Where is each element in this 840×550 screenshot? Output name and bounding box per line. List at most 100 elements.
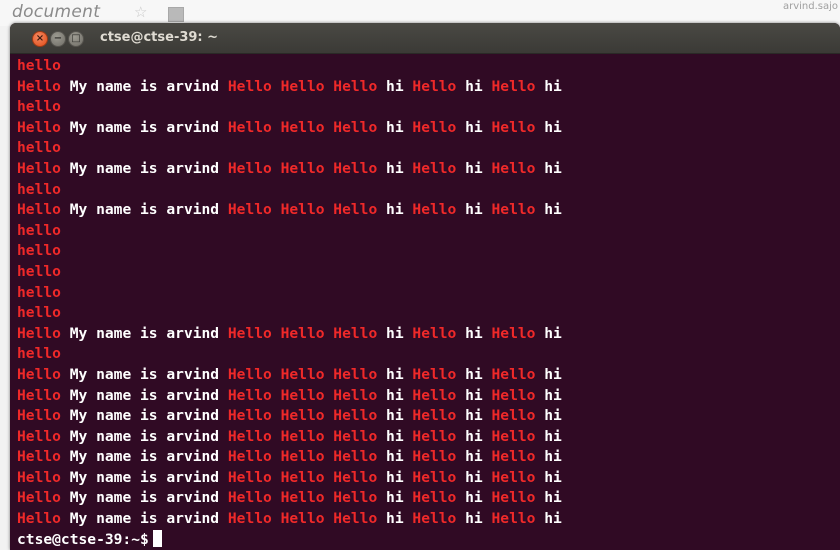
terminal-text-segment: hello — [17, 57, 61, 74]
terminal-text-segment: hi — [535, 118, 562, 136]
terminal-text-segment: Hello — [17, 468, 61, 486]
terminal-text-segment: hi — [535, 448, 562, 466]
terminal-text-segment: Hello — [412, 386, 457, 404]
terminal-text-segment: My name is arvind — [60, 386, 228, 404]
terminal-text-segment: hi — [535, 510, 562, 528]
terminal-text-segment: hi — [456, 118, 492, 136]
terminal-text-segment: Hello — [491, 201, 536, 219]
terminal-text-segment: Hello Hello Hello — [227, 77, 378, 95]
terminal-line: hello — [17, 303, 837, 324]
terminal-text-segment: hello — [17, 98, 61, 116]
terminal-text-segment: hi — [456, 324, 492, 342]
terminal-text-segment: Hello — [17, 448, 61, 466]
terminal-text-segment: hi — [377, 489, 413, 507]
background-user-label: arvind.sajo — [782, 1, 838, 12]
terminal-text-segment: Hello Hello Hello — [227, 448, 378, 466]
terminal-line: Hello My name is arvind Hello Hello Hell… — [17, 159, 837, 180]
terminal-text-segment: Hello — [17, 510, 61, 528]
terminal-text-segment: hi — [535, 386, 562, 404]
terminal-line: hello — [17, 221, 837, 242]
terminal-text-segment: Hello — [17, 407, 61, 425]
terminal-text-segment: Hello — [491, 365, 536, 383]
terminal-line: Hello My name is arvind Hello Hello Hell… — [17, 468, 837, 489]
terminal-text-segment: Hello — [491, 159, 536, 177]
terminal-text-segment: hello — [17, 242, 61, 260]
terminal-line: Hello My name is arvind Hello Hello Hell… — [17, 77, 837, 98]
terminal-text-segment: Hello — [412, 427, 457, 445]
terminal-text-segment: Hello — [412, 468, 457, 486]
terminal-text-segment: hi — [535, 489, 562, 507]
terminal-line: hello — [17, 180, 837, 201]
terminal-text-segment: hi — [456, 468, 492, 486]
terminal-text-segment: Hello — [17, 159, 61, 177]
terminal-text-segment: hi — [456, 159, 492, 177]
terminal-titlebar[interactable]: × − □ ctse@ctse-39: ~ — [10, 23, 840, 54]
terminal-line: Hello My name is arvind Hello Hello Hell… — [17, 324, 837, 345]
terminal-text-segment: hi — [456, 448, 492, 466]
terminal-text-segment: hi — [456, 510, 492, 528]
terminal-text-segment: My name is arvind — [60, 324, 228, 342]
square-icon[interactable] — [168, 7, 184, 22]
terminal-text-segment: Hello — [412, 159, 457, 177]
terminal-text-segment: Hello — [491, 77, 536, 95]
shell-prompt: ctse@ctse-39:~$ — [17, 530, 149, 548]
terminal-text-segment: Hello Hello Hello — [227, 427, 378, 445]
terminal-text-segment: Hello — [17, 118, 61, 136]
terminal-text-segment: Hello — [491, 448, 536, 466]
terminal-text-segment: Hello Hello Hello — [227, 201, 378, 219]
terminal-text-segment: hi — [377, 407, 413, 425]
terminal-text-segment: hello — [17, 304, 61, 322]
terminal-text-segment: Hello — [412, 448, 457, 466]
terminal-text-segment: hi — [535, 201, 562, 219]
terminal-line: Hello My name is arvind Hello Hello Hell… — [17, 406, 837, 427]
star-icon[interactable]: ☆ — [134, 3, 147, 21]
terminal-text-segment: My name is arvind — [60, 489, 228, 507]
minimize-icon[interactable]: − — [50, 31, 66, 47]
terminal-text-segment: hi — [535, 324, 562, 342]
terminal-window[interactable]: × − □ ctse@ctse-39: ~ hello Hello My name… — [10, 23, 840, 550]
terminal-line: hello — [17, 262, 837, 283]
terminal-text-segment: Hello — [491, 324, 536, 342]
terminal-text-segment: hi — [377, 159, 413, 177]
terminal-text-segment: hi — [377, 118, 413, 136]
terminal-line: hello — [17, 344, 837, 365]
terminal-text-segment: hi — [377, 510, 413, 528]
terminal-text-segment: hello — [17, 180, 61, 198]
terminal-text-segment: Hello — [17, 489, 61, 507]
terminal-text-segment: My name is arvind — [60, 118, 228, 136]
terminal-text-segment: hi — [456, 386, 492, 404]
terminal-line: Hello My name is arvind Hello Hello Hell… — [17, 427, 837, 448]
terminal-text-segment: My name is arvind — [60, 159, 228, 177]
terminal-line: hello — [17, 56, 837, 77]
terminal-text-segment: My name is arvind — [60, 427, 228, 445]
maximize-icon[interactable]: □ — [68, 31, 84, 47]
terminal-text-segment: hi — [535, 427, 562, 445]
terminal-text-segment: hi — [377, 427, 413, 445]
terminal-text-segment: Hello Hello Hello — [227, 365, 378, 383]
background-doc-title: document — [12, 2, 101, 22]
terminal-text-segment: hi — [377, 201, 413, 219]
terminal-text-segment: hi — [377, 448, 413, 466]
terminal-text-segment: Hello — [17, 77, 61, 95]
terminal-text-segment: Hello — [17, 201, 61, 219]
terminal-output[interactable]: hello Hello My name is arvind Hello Hello… — [17, 56, 837, 550]
terminal-line: hello — [17, 283, 837, 304]
terminal-text-segment: Hello Hello Hello — [227, 324, 378, 342]
terminal-text-segment: hi — [535, 365, 562, 383]
terminal-line: Hello My name is arvind Hello Hello Hell… — [17, 200, 837, 221]
shell-prompt-line[interactable]: ctse@ctse-39:~$ — [17, 529, 837, 550]
terminal-text-segment: hi — [377, 386, 413, 404]
terminal-text-segment: Hello — [491, 489, 536, 507]
terminal-text-segment: Hello — [491, 510, 536, 528]
terminal-text-segment: hello — [17, 283, 61, 301]
terminal-text-segment: Hello — [412, 201, 457, 219]
terminal-text-segment: Hello — [17, 324, 61, 342]
terminal-text-segment: hi — [456, 489, 492, 507]
terminal-text-segment: Hello — [412, 510, 457, 528]
terminal-text-segment: Hello — [412, 407, 457, 425]
terminal-line: hello — [17, 138, 837, 159]
terminal-line: hello — [17, 241, 837, 262]
close-icon[interactable]: × — [32, 31, 48, 47]
terminal-text-segment: hi — [377, 77, 413, 95]
terminal-line: Hello My name is arvind Hello Hello Hell… — [17, 488, 837, 509]
